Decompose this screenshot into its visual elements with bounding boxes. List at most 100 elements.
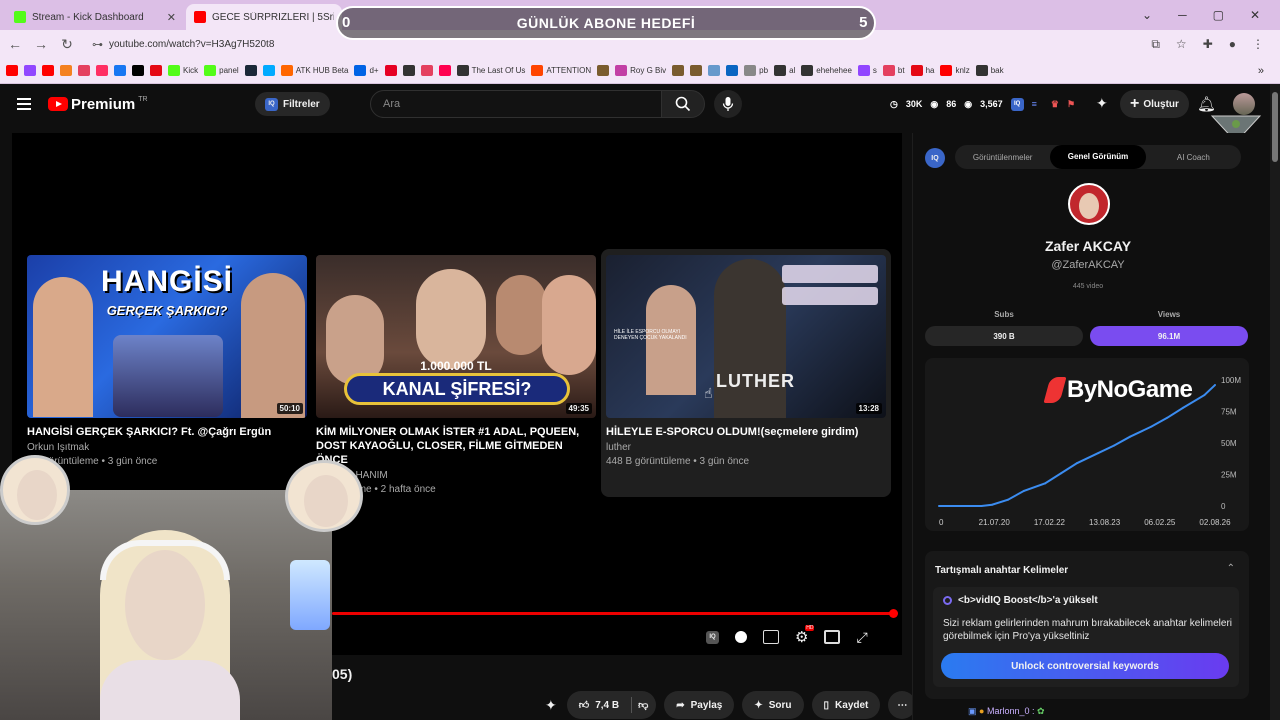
tab-views[interactable]: Görüntülenmeler — [955, 153, 1050, 162]
chat-username[interactable]: Marlonn_0 : — [987, 706, 1035, 716]
chevron-down-icon[interactable]: ⌄ — [1142, 8, 1152, 22]
video-thumbnail[interactable]: 1.000.000 TL KANAL ŞİFRESİ? 49:35 — [316, 255, 596, 418]
tab-kick-dashboard[interactable]: Stream - Kick Dashboard ✕ — [6, 4, 184, 30]
vidiq-icon[interactable]: IQ — [1010, 97, 1024, 111]
bookmark-item[interactable] — [672, 65, 685, 76]
bookmark-item[interactable] — [597, 65, 610, 76]
hamburger-menu-icon[interactable] — [17, 95, 31, 113]
install-app-icon[interactable]: ⧉ — [1151, 37, 1160, 52]
bookmark-item[interactable]: The Last Of Us — [456, 65, 525, 76]
tab-ai-coach[interactable]: AI Coach — [1146, 153, 1241, 162]
tab-youtube-video[interactable]: GECE SÜRPRİZLERİ | 5Sriders | — [186, 4, 342, 30]
bookmark-item[interactable]: Kick — [168, 65, 198, 76]
bookmark-item[interactable] — [438, 65, 451, 76]
bookmark-item[interactable] — [96, 65, 108, 76]
bookmark-item[interactable] — [402, 65, 415, 76]
bookmark-item[interactable]: ATK HUB Beta — [280, 65, 348, 76]
video-thumbnail[interactable]: HANGİSİ GERÇEK ŞARKICI? 50:10 — [27, 255, 307, 418]
search-button[interactable] — [661, 90, 705, 118]
youtube-logo[interactable]: Premium TR — [48, 96, 148, 113]
bookmark-item[interactable] — [244, 65, 257, 76]
bookmark-item[interactable]: s — [857, 65, 877, 76]
progress-scrubber[interactable] — [889, 609, 898, 618]
subs-toggle[interactable]: 390 B — [925, 326, 1083, 346]
bookmark-item[interactable] — [726, 65, 739, 76]
extensions-icon[interactable]: ✚ — [1203, 37, 1213, 52]
video-title[interactable]: HİLEYLE E-SPORCU OLDUM!(seçmelere girdim… — [606, 425, 886, 439]
site-info-icon[interactable]: ⊶ — [92, 38, 103, 51]
filters-button[interactable]: IQ Filtreler — [255, 92, 330, 116]
bookmark-item[interactable] — [420, 65, 433, 76]
bookmark-item[interactable] — [708, 65, 721, 76]
vidiq-sparkle-icon[interactable]: ✦ — [545, 697, 557, 714]
bookmark-item[interactable]: ha — [910, 65, 934, 76]
bookmark-item[interactable]: bt — [882, 65, 905, 76]
unlock-keywords-button[interactable]: Unlock controversial keywords — [941, 653, 1229, 679]
ask-button[interactable]: ✦ Soru — [742, 691, 804, 719]
bookmark-item[interactable] — [150, 65, 162, 76]
settings-gear-icon[interactable]: ⚙ HD — [795, 625, 815, 646]
bookmark-star-icon[interactable]: ☆ — [1176, 37, 1187, 52]
bookmark-item[interactable]: bak — [975, 65, 1004, 76]
end-card[interactable]: HANGİSİ GERÇEK ŞARKICI? 50:10 HANGİSİ GE… — [27, 255, 307, 469]
close-tab-icon[interactable]: ✕ — [167, 11, 176, 24]
reload-icon[interactable]: ↻ — [54, 36, 80, 53]
maximize-icon[interactable]: ▢ — [1213, 8, 1224, 22]
share-button[interactable]: ➦ Paylaş — [664, 691, 735, 719]
video-title[interactable]: KİM MİLYONER OLMAK İSTER #1 ADAL, PQUEEN… — [316, 425, 596, 467]
bookmark-item[interactable] — [42, 65, 54, 76]
end-card[interactable]: 1.000.000 TL KANAL ŞİFRESİ? 49:35 KİM Mİ… — [316, 255, 596, 497]
bookmark-item[interactable] — [384, 65, 397, 76]
thumbs-down-icon[interactable]: 👎︎ — [638, 699, 648, 711]
search-input[interactable]: Ara — [370, 90, 662, 118]
channel-name[interactable]: luther — [606, 441, 886, 455]
bookmark-item[interactable] — [78, 65, 90, 76]
notifications-bell-icon[interactable]: 🔔︎ — [1197, 95, 1216, 113]
bookmark-item[interactable] — [690, 65, 703, 76]
autoplay-toggle-icon[interactable] — [735, 631, 747, 643]
bookmark-item[interactable]: knlz — [940, 65, 970, 76]
tab-overview[interactable]: Genel Görünüm — [1050, 145, 1146, 169]
alert-icon[interactable]: ⚑ — [1067, 99, 1075, 110]
minimize-icon[interactable]: ─ — [1178, 8, 1187, 22]
end-card[interactable]: HİLE İLE ESPORCU OLMAYI DENEYEN ÇOCUK YA… — [606, 255, 886, 469]
channel-avatar[interactable] — [1068, 183, 1110, 225]
views-toggle[interactable]: 96.1M — [1090, 326, 1248, 346]
voice-search-button[interactable] — [714, 90, 742, 118]
bookmark-item[interactable] — [262, 65, 275, 76]
bookmark-item[interactable]: al — [774, 65, 795, 76]
vidiq-icon[interactable]: IQ — [706, 630, 719, 644]
bookmark-item[interactable]: Roy G Biv — [615, 65, 666, 76]
collapse-chevron-icon[interactable]: ⌃ — [1227, 563, 1235, 574]
page-scrollbar[interactable] — [1270, 84, 1280, 720]
back-icon[interactable]: ← — [2, 36, 28, 52]
channel-name[interactable]: Orkun Işıtmak — [27, 441, 307, 455]
subtitles-icon[interactable] — [763, 630, 779, 644]
video-progress-bar[interactable] — [332, 609, 898, 618]
url-field[interactable]: ⊶ youtube.com/watch?v=H3Ag7H520t8 — [92, 38, 274, 51]
video-title[interactable]: HANGİSİ GERÇEK ŞARKICI? Ft. @Çağrı Ergün — [27, 425, 307, 439]
forward-icon[interactable]: → — [28, 36, 54, 52]
video-thumbnail[interactable]: HİLE İLE ESPORCU OLMAYI DENEYEN ÇOCUK YA… — [606, 255, 886, 418]
bookmark-item[interactable] — [132, 65, 144, 76]
bookmark-item[interactable] — [6, 65, 18, 76]
trophy-icon[interactable]: ♛ — [1051, 99, 1059, 110]
bookmarks-overflow-icon[interactable]: » — [1258, 65, 1280, 77]
save-button[interactable]: ▯ Kaydet — [811, 691, 881, 719]
theater-mode-icon[interactable] — [824, 630, 841, 644]
menu-icon[interactable]: ⋮ — [1252, 37, 1264, 52]
bookmark-item[interactable]: ATTENTION — [531, 65, 591, 76]
bookmark-item[interactable] — [114, 65, 126, 76]
scrollbar-thumb[interactable] — [1272, 92, 1278, 162]
create-button[interactable]: + Oluştur — [1120, 90, 1189, 118]
close-window-icon[interactable]: ✕ — [1250, 8, 1260, 22]
bookmark-item[interactable]: panel — [204, 65, 239, 76]
vidiq-extension-icon[interactable]: ✦ — [1096, 95, 1108, 112]
bookmark-item[interactable] — [24, 65, 36, 76]
like-button[interactable]: 👍︎ 7,4 B 👎︎ — [566, 691, 657, 719]
list-icon[interactable]: ≡ — [1032, 99, 1037, 109]
bookmark-item[interactable]: d+ — [354, 65, 379, 76]
bookmark-item[interactable]: pb — [744, 65, 768, 76]
profile-icon[interactable]: ● — [1229, 37, 1236, 52]
fullscreen-icon[interactable]: ⤢ — [856, 629, 867, 646]
